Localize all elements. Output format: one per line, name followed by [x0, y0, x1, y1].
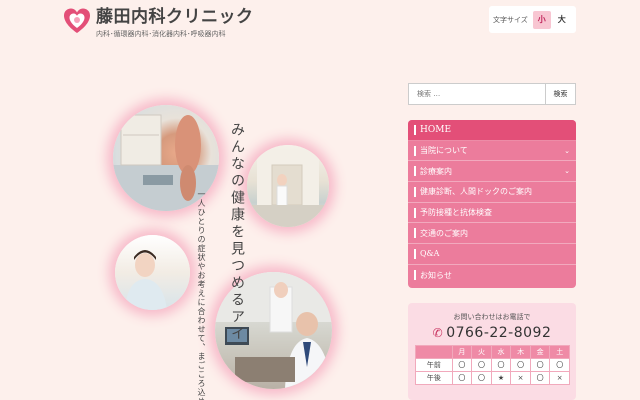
hours-row-morning: 午前 〇 〇 〇 〇 〇 〇 — [415, 358, 570, 372]
hours-cell: × — [510, 371, 531, 385]
nav-item-label: 当院について — [420, 146, 468, 156]
nav-marker — [414, 186, 416, 197]
font-size-switcher: 文字サイズ 小 大 — [489, 6, 576, 33]
nav-item-label: お知らせ — [420, 270, 452, 280]
hero-headline: みんなの健康を見つめるアイ — [229, 122, 245, 343]
hours-cell: 〇 — [451, 358, 473, 372]
sidebar-nav: HOME 当院について ⌄ 診療案内 ⌄ 健康診断、人間ドックのご案内 予防接種… — [408, 120, 576, 288]
nav-item-label: 健康診断、人間ドックのご案内 — [420, 187, 532, 197]
hours-row-label: 午前 — [415, 358, 453, 372]
nav-item-home[interactable]: HOME — [408, 120, 576, 141]
nav-item-faq[interactable]: Q&A — [408, 244, 576, 265]
hours-cell: 〇 — [510, 358, 531, 372]
nav-marker — [414, 145, 416, 156]
hours-header-cell: 水 — [490, 345, 512, 359]
clinic-logo[interactable]: 藤田内科クリニック 内科･循環器内科･消化器内科･呼吸器内科 — [62, 6, 254, 39]
hours-header-cell: 木 — [510, 345, 531, 359]
hours-header-cell: 月 — [451, 345, 473, 359]
contact-box: お問い合わせはお電話で ✆ 0766-22-8092 月 火 水 木 金 土 午前… — [408, 303, 576, 400]
heart-logo-icon — [64, 8, 90, 33]
nav-marker — [414, 166, 416, 177]
hours-cell: 〇 — [451, 371, 473, 385]
phone-icon: ✆ — [432, 326, 444, 340]
hours-row-label: 午後 — [415, 371, 453, 385]
hours-cell: 〇 — [529, 358, 551, 372]
hours-cell: ★ — [490, 371, 512, 385]
hours-row-afternoon: 午後 〇 〇 ★ × 〇 × — [415, 371, 570, 385]
nav-marker — [414, 228, 416, 239]
hero-photo-corridor — [247, 145, 329, 227]
nav-item-checkup[interactable]: 健康診断、人間ドックのご案内 — [408, 182, 576, 203]
hero-photo-nurse — [115, 235, 190, 310]
office-hours-table: 月 火 水 木 金 土 午前 〇 〇 〇 〇 〇 〇 午後 〇 〇 ★ × 〇 … — [415, 345, 570, 385]
hours-header-cell — [415, 345, 453, 359]
nav-item-label: Q&A — [420, 249, 440, 259]
clinic-name: 藤田内科クリニック — [96, 7, 254, 27]
hours-header-cell: 火 — [471, 345, 492, 359]
nav-marker — [414, 207, 416, 218]
font-size-label: 文字サイズ — [493, 15, 528, 24]
phone-number[interactable]: ✆ 0766-22-8092 — [408, 325, 576, 341]
font-size-large-button[interactable]: 大 — [552, 10, 571, 29]
hours-cell: × — [549, 371, 570, 385]
hours-cell: 〇 — [490, 358, 512, 372]
nav-item-about[interactable]: 当院について ⌄ — [408, 141, 576, 162]
nav-item-label: HOME — [420, 124, 452, 135]
hours-cell: 〇 — [471, 358, 492, 372]
font-size-small-button[interactable]: 小 — [532, 10, 551, 29]
nav-item-services[interactable]: 診療案内 ⌄ — [408, 161, 576, 183]
hours-header-cell: 土 — [549, 345, 570, 359]
nav-marker — [414, 124, 416, 135]
nav-item-vaccination[interactable]: 予防接種と抗体検査 — [408, 203, 576, 224]
nav-item-label: 交通のご案内 — [420, 228, 468, 238]
search-form: 検索 — [408, 83, 576, 105]
phone-number-text: 0766-22-8092 — [446, 325, 552, 341]
hours-cell: 〇 — [529, 371, 551, 385]
search-input[interactable] — [408, 83, 545, 105]
hours-header-row: 月 火 水 木 金 土 — [415, 345, 570, 359]
nav-marker — [414, 248, 416, 259]
hero-visual: みんなの健康を見つめるアイ 一人ひとりの症状やお考えに合わせて、まごころ込めた医… — [100, 100, 340, 400]
search-button[interactable]: 検索 — [545, 83, 576, 105]
chevron-down-icon[interactable]: ⌄ — [564, 167, 570, 175]
nav-item-access[interactable]: 交通のご案内 — [408, 223, 576, 245]
chevron-down-icon[interactable]: ⌄ — [564, 147, 570, 155]
contact-label: お問い合わせはお電話で — [453, 313, 531, 321]
clinic-departments: 内科･循環器内科･消化器内科･呼吸器内科 — [96, 30, 226, 38]
hours-header-cell: 金 — [529, 345, 551, 359]
nav-item-label: 診療案内 — [420, 166, 452, 176]
hours-cell: 〇 — [549, 358, 570, 372]
hero-subtext: 一人ひとりの症状やお考えに合わせて、まごころ込めた医療でお応えします。 — [197, 190, 206, 400]
hours-cell: 〇 — [471, 371, 492, 385]
nav-item-news[interactable]: お知らせ — [408, 265, 576, 286]
nav-marker — [414, 270, 416, 281]
nav-item-label: 予防接種と抗体検査 — [420, 208, 492, 218]
